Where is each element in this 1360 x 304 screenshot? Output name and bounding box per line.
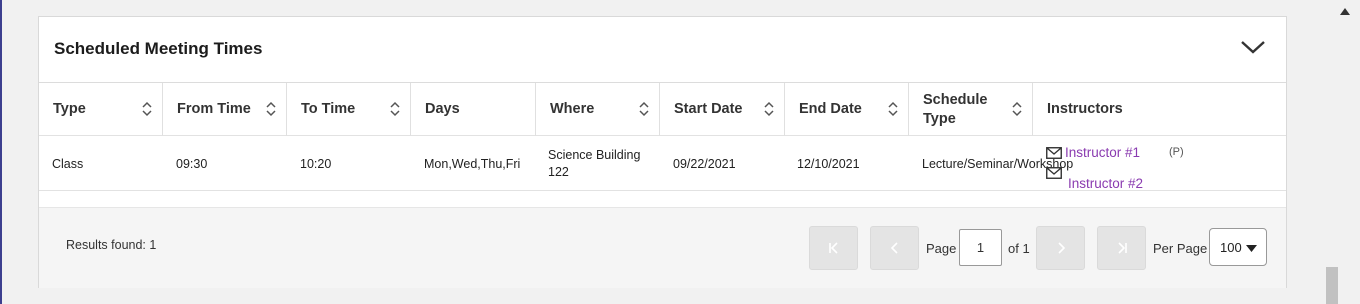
panel-header[interactable]: Scheduled Meeting Times xyxy=(39,17,1286,83)
column-label: Start Date xyxy=(674,101,743,117)
first-page-button[interactable] xyxy=(809,226,858,270)
sort-icon xyxy=(142,101,152,117)
table-row: Class 09:30 10:20 Mon,Wed,Thu,Fri Scienc… xyxy=(39,137,1286,191)
vertical-scrollbar[interactable] xyxy=(1324,0,1360,304)
cell-schedule-type: Lecture/Seminar/Workshop xyxy=(922,156,1074,171)
column-label: Instructors xyxy=(1047,101,1123,117)
column-header-schedule-type[interactable]: Schedule Type xyxy=(909,83,1033,136)
sort-icon xyxy=(390,101,400,117)
column-label: Type xyxy=(53,101,86,117)
column-header-days[interactable]: Days xyxy=(411,83,536,136)
column-label: End Date xyxy=(799,101,862,117)
instructor-link[interactable]: Instructor #2 xyxy=(1068,176,1143,191)
column-header-start-date[interactable]: Start Date xyxy=(660,83,785,136)
cell-from-time: 09:30 xyxy=(176,156,208,171)
column-label: From Time xyxy=(177,101,251,117)
pagination-footer: Results found: 1 Page of 1 Per Page 100 xyxy=(39,207,1286,288)
chevron-left-icon xyxy=(890,242,898,254)
chevron-right-icon xyxy=(1057,242,1065,254)
scrollbar-thumb[interactable] xyxy=(1326,267,1338,304)
column-header-where[interactable]: Where xyxy=(536,83,660,136)
scheduled-meeting-times-panel: Scheduled Meeting Times Type From Time T… xyxy=(38,16,1287,288)
email-icon[interactable] xyxy=(1046,167,1062,179)
primary-instructor-tag: (P) xyxy=(1169,146,1184,158)
last-page-icon xyxy=(1117,242,1127,254)
cell-days: Mon,Wed,Thu,Fri xyxy=(424,156,521,171)
column-label: Schedule Type xyxy=(923,91,988,127)
next-page-button[interactable] xyxy=(1036,226,1085,270)
previous-page-button[interactable] xyxy=(870,226,919,270)
panel-title: Scheduled Meeting Times xyxy=(54,39,263,58)
table-header: Type From Time To Time Days Where Start … xyxy=(39,83,1286,136)
instructor-link[interactable]: Instructor #1 xyxy=(1065,145,1140,160)
per-page-value: 100 xyxy=(1220,240,1242,255)
cell-start-date: 09/22/2021 xyxy=(673,156,736,171)
column-label: Days xyxy=(425,101,460,117)
sort-icon xyxy=(888,101,898,117)
scroll-up-arrow-icon[interactable] xyxy=(1340,8,1350,15)
chevron-down-icon[interactable] xyxy=(1240,37,1266,57)
cell-type: Class xyxy=(52,156,84,171)
page-total-label: of 1 xyxy=(1008,241,1030,256)
sort-icon xyxy=(764,101,774,117)
column-label: Where xyxy=(550,101,595,117)
column-header-instructors: Instructors xyxy=(1033,83,1287,136)
cell-end-date: 12/10/2021 xyxy=(797,156,860,171)
email-icon[interactable] xyxy=(1046,147,1062,159)
sort-icon xyxy=(1012,101,1022,117)
per-page-label: Per Page xyxy=(1153,241,1208,256)
cell-where: Science Building 122 xyxy=(548,148,641,179)
column-header-type[interactable]: Type xyxy=(39,83,163,136)
page-label: Page xyxy=(926,241,957,256)
per-page-select[interactable]: 100 xyxy=(1209,228,1267,266)
page-number-input[interactable] xyxy=(959,229,1002,266)
caret-down-icon xyxy=(1246,245,1257,252)
column-header-end-date[interactable]: End Date xyxy=(785,83,909,136)
sort-icon xyxy=(266,101,276,117)
column-header-to-time[interactable]: To Time xyxy=(287,83,411,136)
column-header-from-time[interactable]: From Time xyxy=(163,83,287,136)
sort-icon xyxy=(639,101,649,117)
results-count: Results found: 1 xyxy=(66,238,157,252)
first-page-icon xyxy=(828,242,838,254)
cell-to-time: 10:20 xyxy=(300,156,332,171)
column-label: To Time xyxy=(301,101,356,117)
last-page-button[interactable] xyxy=(1097,226,1146,270)
left-edge-bar xyxy=(0,0,2,304)
